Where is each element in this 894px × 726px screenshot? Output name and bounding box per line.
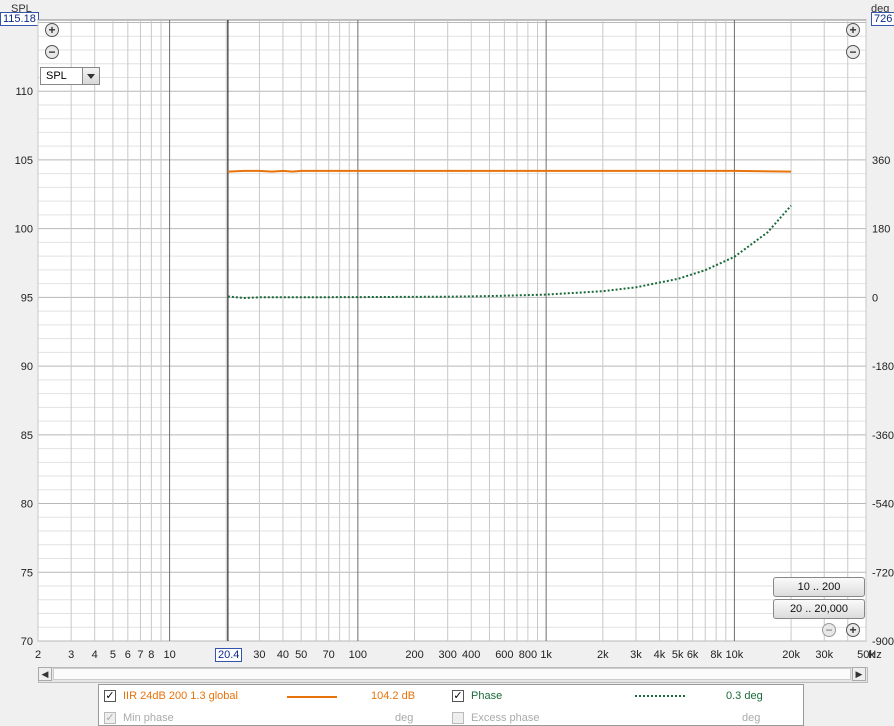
scroll-thumb[interactable]: [53, 668, 851, 680]
scroll-left-icon[interactable]: ◀: [38, 667, 52, 681]
x-axis-tick-label: 10k: [726, 649, 744, 661]
legend-swatch-iir: [287, 696, 337, 698]
right-axis-tick-label: -360: [872, 430, 894, 442]
left-axis-tick-label: 100: [15, 224, 33, 236]
zoom-out-right-icon[interactable]: −: [846, 45, 860, 59]
spl-dropdown-value: SPL: [46, 70, 67, 82]
range-20-20000-button[interactable]: 20 .. 20,000: [773, 599, 865, 619]
x-axis-tick-label: 10: [163, 649, 175, 661]
legend-label-phase: Phase: [471, 690, 503, 702]
left-axis-tick-label: 105: [15, 155, 33, 167]
legend-value-min-phase: deg: [395, 712, 414, 724]
x-axis-tick-label: 300: [439, 649, 457, 661]
left-axis-tick-label: 110: [15, 86, 33, 98]
right-axis-tick-label: 180: [872, 224, 890, 236]
plot-background: [37, 19, 867, 642]
zoom-out-icon[interactable]: −: [45, 45, 59, 59]
range-10-200-button[interactable]: 10 .. 200: [773, 577, 865, 597]
right-axis-tick-label: 360: [872, 155, 890, 167]
chevron-down-icon[interactable]: [82, 68, 99, 84]
legend-checkbox-phase[interactable]: ✓: [452, 690, 464, 702]
zoom-in-x-icon[interactable]: +: [846, 623, 860, 637]
x-axis-tick-label: 5k: [672, 649, 684, 661]
zoom-in-right-icon[interactable]: +: [846, 23, 860, 37]
left-axis-tick-label: 75: [21, 567, 33, 579]
left-axis-tick-label: 85: [21, 430, 33, 442]
x-axis-tick-label: 4: [92, 649, 98, 661]
x-axis-tick-label: 50: [295, 649, 307, 661]
right-axis-tick-label: -180: [872, 361, 894, 373]
x-axis-tick-label: 600: [495, 649, 513, 661]
x-axis-tick-label: 200: [405, 649, 423, 661]
x-axis-tick-label: 1k: [540, 649, 552, 661]
x-axis-tick-label: 8k: [710, 649, 722, 661]
series-line: [227, 169, 792, 173]
left-axis-tick-label: 80: [21, 499, 33, 511]
x-axis-tick-label: 3: [68, 649, 74, 661]
right-axis-tick-label: -720: [872, 567, 894, 579]
scroll-right-icon[interactable]: ▶: [852, 667, 866, 681]
zoom-in-icon[interactable]: +: [45, 23, 59, 37]
x-axis-tick-label: 4k: [654, 649, 666, 661]
frequency-response-graph[interactable]: 1101051009590858075703601800-180-360-540…: [0, 0, 894, 719]
right-axis-tick-label: -540: [872, 499, 894, 511]
x-axis-tick-label: 6k: [687, 649, 699, 661]
left-axis-tick-label: 95: [21, 292, 33, 304]
legend-value-excess-phase: deg: [742, 712, 761, 724]
x-cursor-readout[interactable]: 20.4: [215, 648, 243, 662]
x-axis-tick-label: 30k: [815, 649, 833, 661]
zoom-out-x-icon[interactable]: −: [822, 623, 836, 637]
x-axis-tick-label: 20k: [782, 649, 800, 661]
left-axis-tick-label: 90: [21, 361, 33, 373]
legend-value-iir: 104.2 dB: [371, 690, 416, 702]
legend-panel: ✓ IIR 24dB 200 1.3 global 104.2 dB ✓ Pha…: [98, 684, 804, 726]
legend-checkbox-iir[interactable]: ✓: [104, 690, 116, 702]
left-axis-tick-label: 70: [21, 636, 33, 648]
x-axis-tick-label: 800: [519, 649, 537, 661]
x-axis-unit: Hz: [868, 649, 881, 661]
x-axis-tick-label: 8: [148, 649, 154, 661]
legend-label-iir: IIR 24dB 200 1.3 global: [123, 690, 238, 702]
x-axis-tick-label: 7: [137, 649, 143, 661]
x-axis-tick-label: 2: [35, 649, 41, 661]
x-axis-tick-label: 6: [125, 649, 131, 661]
legend-swatch-phase: [635, 695, 685, 697]
right-axis-tick-label: 0: [872, 292, 878, 304]
x-axis-tick-label: 2k: [597, 649, 609, 661]
x-axis-tick-label: 30: [253, 649, 265, 661]
right-axis-tick-label: -900: [872, 636, 894, 648]
x-axis-tick-label: 3k: [630, 649, 642, 661]
x-axis-tick-label: 70: [323, 649, 335, 661]
x-axis-tick-label: 400: [462, 649, 480, 661]
legend-label-min-phase: Min phase: [123, 712, 174, 724]
legend-label-excess-phase: Excess phase: [471, 712, 540, 724]
legend-checkbox-excess-phase[interactable]: [452, 712, 464, 724]
spl-dropdown[interactable]: SPL: [40, 67, 100, 85]
x-axis-tick-label: 5: [110, 649, 116, 661]
x-axis-tick-label: 100: [349, 649, 367, 661]
legend-value-phase: 0.3 deg: [726, 690, 763, 702]
x-axis-tick-label: 40: [277, 649, 289, 661]
legend-checkbox-min-phase[interactable]: ✓: [104, 712, 116, 724]
